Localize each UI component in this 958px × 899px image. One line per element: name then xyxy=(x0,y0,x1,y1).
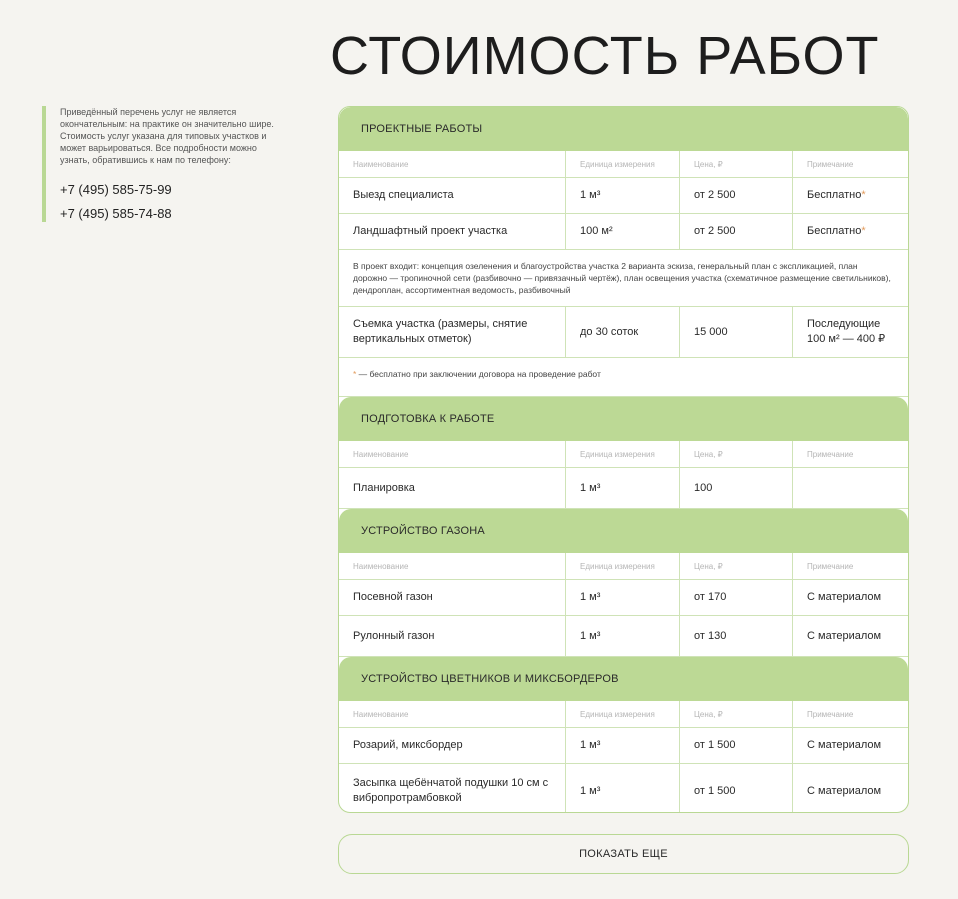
table-header-row: Наименование Единица измерения Цена, ₽ П… xyxy=(339,701,908,728)
row-note: Последующие 100 м² — 400 ₽ xyxy=(807,318,886,345)
row-note xyxy=(793,468,908,508)
row-name: Посевной газон xyxy=(339,580,566,615)
price-table: ПРОЕКТНЫЕ РАБОТЫ Наименование Единица из… xyxy=(338,106,909,813)
info-note: Приведённый перечень услуг не является о… xyxy=(42,106,280,222)
note-star: * xyxy=(861,189,866,201)
table-header-row: Наименование Единица измерения Цена, ₽ П… xyxy=(339,151,908,178)
section-header-design: ПРОЕКТНЫЕ РАБОТЫ xyxy=(339,107,908,151)
row-price: от 2 500 xyxy=(680,214,793,249)
table-row: Съемка участка (размеры, снятие вертикал… xyxy=(339,307,908,358)
column-header-name: Наименование xyxy=(339,553,566,579)
row-name: Съемка участка (размеры, снятие вертикал… xyxy=(339,307,566,357)
row-name: Засыпка щебёнчатой подушки 10 см с вибро… xyxy=(339,764,566,812)
row-unit: 1 м³ xyxy=(566,728,680,763)
column-header-price: Цена, ₽ xyxy=(680,701,793,727)
row-name: Выезд специалиста xyxy=(339,178,566,213)
column-header-name: Наименование xyxy=(339,441,566,467)
table-row: Засыпка щебёнчатой подушки 10 см с вибро… xyxy=(339,764,908,812)
column-header-price: Цена, ₽ xyxy=(680,441,793,467)
column-header-unit: Единица измерения xyxy=(566,701,680,727)
table-header-row: Наименование Единица измерения Цена, ₽ П… xyxy=(339,553,908,580)
note-value: Бесплатно xyxy=(807,189,862,201)
row-name: Планировка xyxy=(339,468,566,508)
section-header-preparation: ПОДГОТОВКА К РАБОТЕ xyxy=(339,397,908,441)
row-price: 100 xyxy=(680,468,793,508)
row-price: от 2 500 xyxy=(680,178,793,213)
table-row: Розарий, миксбордер 1 м³ от 1 500 С мате… xyxy=(339,728,908,764)
row-note: Бесплатно * xyxy=(793,214,908,249)
row-name: Рулонный газон xyxy=(339,616,566,656)
column-header-note: Примечание xyxy=(807,449,854,459)
column-header-note: Примечание xyxy=(807,561,854,571)
row-name: Розарий, миксбордер xyxy=(339,728,566,763)
column-header-unit: Единица измерения xyxy=(566,441,680,467)
project-includes-text: В проект входит: концепция озеленения и … xyxy=(353,261,891,295)
page-title: СТОИМОСТЬ РАБОТ xyxy=(330,26,880,86)
row-note: С материалом xyxy=(807,629,882,642)
footnote: * — бесплатно при заключении договора на… xyxy=(339,358,908,396)
row-price: от 170 xyxy=(680,580,793,615)
column-header-name: Наименование xyxy=(339,701,566,727)
column-header-price: Цена, ₽ xyxy=(680,151,793,177)
page: СТОИМОСТЬ РАБОТ Приведённый перечень усл… xyxy=(0,0,958,899)
phone-link-2[interactable]: +7 (495) 585-74-88 xyxy=(60,202,280,226)
row-price: от 1 500 xyxy=(680,764,793,812)
table-header-row: Наименование Единица измерения Цена, ₽ П… xyxy=(339,441,908,468)
footnote-text: — бесплатно при заключении договора на п… xyxy=(356,369,601,379)
project-includes-row: В проект входит: концепция озеленения и … xyxy=(339,250,908,307)
table-row: Выезд специалиста 1 м³ от 2 500 Бесплатн… xyxy=(339,178,908,214)
column-header-unit: Единица измерения xyxy=(566,553,680,579)
note-text: Приведённый перечень услуг не является о… xyxy=(60,107,274,165)
note-star: * xyxy=(861,225,866,237)
row-unit: 1 м³ xyxy=(566,616,680,656)
row-price: от 1 500 xyxy=(680,728,793,763)
row-name: Ландшафтный проект участка xyxy=(339,214,566,249)
table-row: Рулонный газон 1 м³ от 130 С материалом xyxy=(339,616,908,657)
table-row: Посевной газон 1 м³ от 170 С материалом xyxy=(339,580,908,616)
column-header-note: Примечание xyxy=(807,709,854,719)
table-row: Планировка 1 м³ 100 xyxy=(339,468,908,509)
row-unit: 1 м³ xyxy=(566,468,680,508)
section-header-flowerbeds: УСТРОЙСТВО ЦВЕТНИКОВ И МИКСБОРДЕРОВ xyxy=(339,657,908,701)
column-header-price: Цена, ₽ xyxy=(680,553,793,579)
footnote-row: * — бесплатно при заключении договора на… xyxy=(339,358,908,397)
row-price: 15 000 xyxy=(680,307,793,357)
row-unit: 1 м³ xyxy=(566,580,680,615)
row-unit: до 30 соток xyxy=(566,307,680,357)
row-unit: 1 м³ xyxy=(566,178,680,213)
row-price: от 130 xyxy=(680,616,793,656)
row-note: С материалом xyxy=(807,784,882,797)
phone-link-1[interactable]: +7 (495) 585-75-99 xyxy=(60,178,280,202)
row-unit: 1 м³ xyxy=(566,764,680,812)
table-row: Ландшафтный проект участка 100 м² от 2 5… xyxy=(339,214,908,250)
row-note: Бесплатно * xyxy=(793,178,908,213)
row-unit: 100 м² xyxy=(566,214,680,249)
section-header-lawn: УСТРОЙСТВО ГАЗОНА xyxy=(339,509,908,553)
column-header-note: Примечание xyxy=(807,159,854,169)
row-note: С материалом xyxy=(807,739,882,751)
row-note: С материалом xyxy=(807,591,882,603)
show-more-button[interactable]: ПОКАЗАТЬ ЕЩЕ xyxy=(338,834,909,874)
note-value: Бесплатно xyxy=(807,225,862,237)
column-header-name: Наименование xyxy=(339,151,566,177)
column-header-unit: Единица измерения xyxy=(566,151,680,177)
